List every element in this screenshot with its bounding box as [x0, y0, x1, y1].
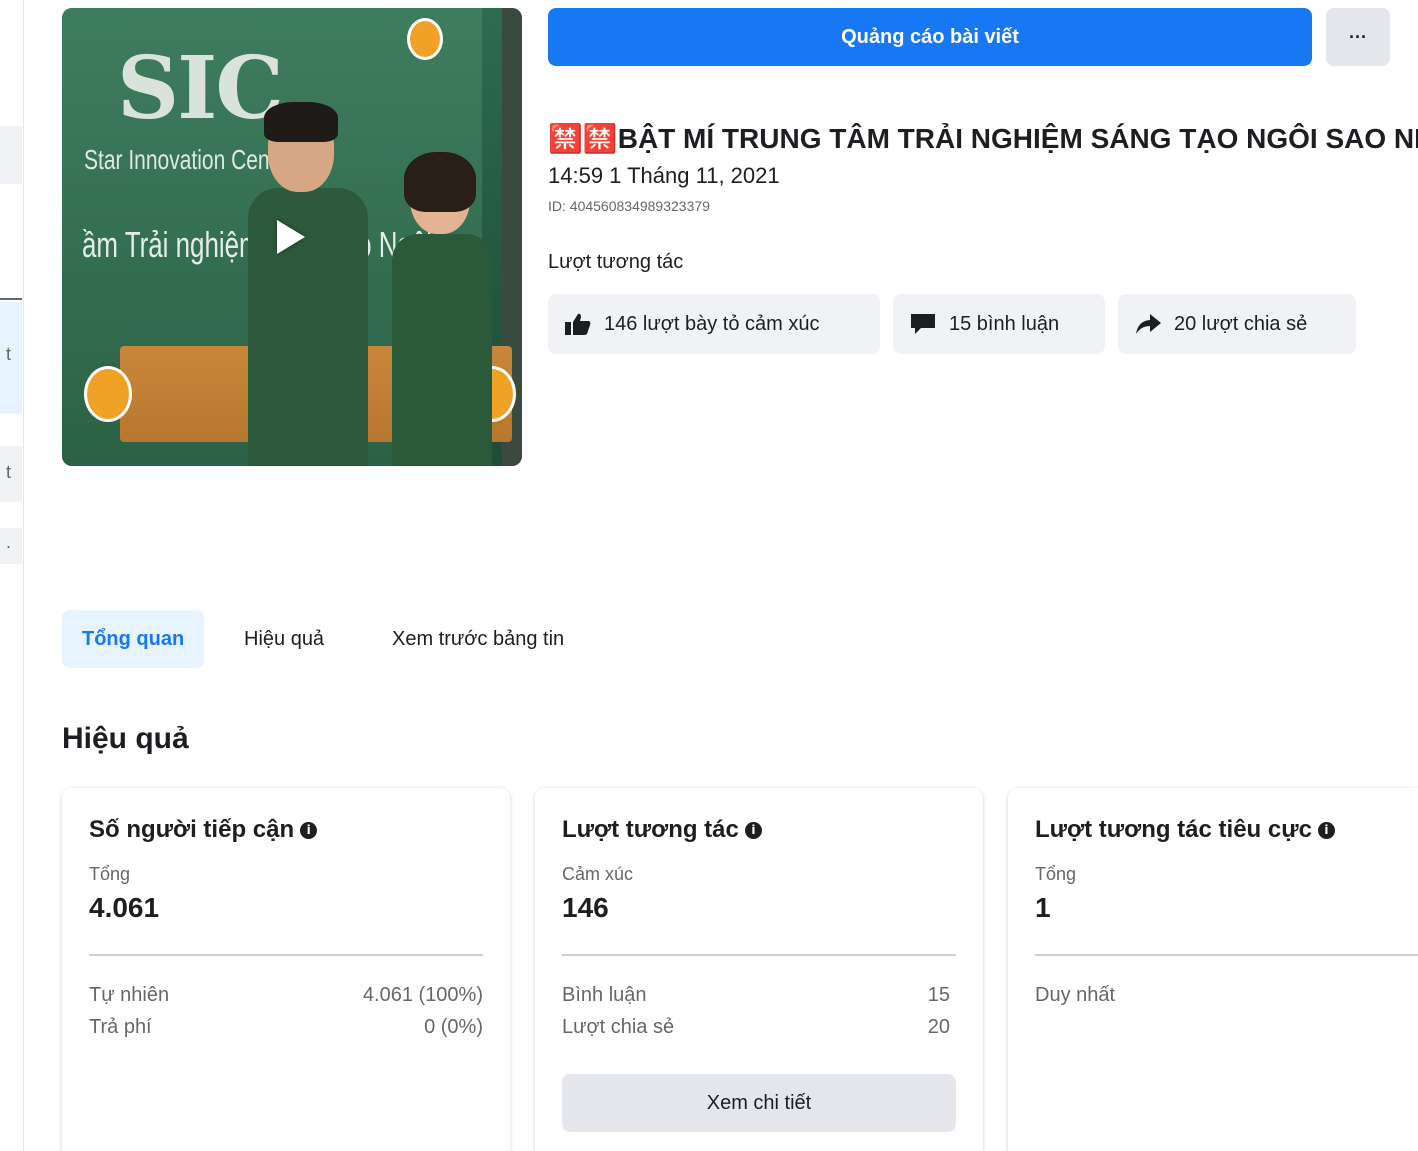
- card-total: 146: [562, 892, 609, 923]
- tab-performance[interactable]: Hiệu quả: [244, 610, 324, 668]
- comments-chip[interactable]: 15 bình luận: [893, 294, 1105, 354]
- row-value: 4.061 (100%): [362, 984, 483, 1006]
- card-row: Trả phí 0 (0%): [89, 1016, 483, 1039]
- post-date: 14:59 1 Tháng 11, 2021: [548, 163, 780, 188]
- shares-chip[interactable]: 20 lượt chia sẻ: [1118, 294, 1356, 354]
- card-row: Duy nhất: [1035, 984, 1395, 1007]
- thumbs-up-icon: [565, 313, 591, 335]
- card-title: Lượt tương tác tiêu cực i: [1035, 816, 1335, 844]
- tab-feed-preview[interactable]: Xem trước bảng tin: [392, 610, 564, 668]
- comment-icon: [911, 314, 935, 334]
- engagement-card: Lượt tương tác i Cảm xúc 146 Bình luận 1…: [535, 788, 983, 1151]
- row-value: 0 (0%): [424, 1016, 483, 1038]
- card-title: Lượt tương tác i: [562, 816, 762, 844]
- info-icon[interactable]: i: [744, 821, 762, 839]
- row-label: Tự nhiên: [89, 984, 170, 1006]
- sidebar-item-label: t: [6, 462, 12, 482]
- card-total: 1: [1035, 892, 1051, 923]
- school-logo-icon: [84, 366, 132, 422]
- card-subtitle: Tổng: [1035, 864, 1077, 884]
- row-label: Bình luận: [562, 984, 647, 1006]
- view-details-button[interactable]: Xem chi tiết: [562, 1074, 956, 1132]
- engagement-label: Lượt tương tác: [548, 251, 684, 273]
- row-label: Trả phí: [89, 1016, 152, 1038]
- reach-card: Số người tiếp cận i Tổng 4.061 Tự nhiên …: [62, 788, 510, 1151]
- card-row: Lượt chia sẻ 20: [562, 1016, 950, 1039]
- negative-engagement-card: Lượt tương tác tiêu cực i Tổng 1 Duy nhấ…: [1008, 788, 1418, 1151]
- sidebar-item[interactable]: [0, 126, 22, 184]
- card-subtitle: Cảm xúc: [562, 864, 634, 884]
- card-subtitle: Tổng: [89, 864, 131, 884]
- card-title-text: Số người tiếp cận: [89, 816, 295, 843]
- card-divider: [89, 954, 483, 956]
- info-icon[interactable]: i: [1317, 821, 1335, 839]
- row-value: 20: [927, 1016, 950, 1038]
- row-value: 15: [927, 984, 950, 1006]
- post-id: ID: 404560834989323379: [548, 198, 710, 214]
- card-row: Bình luận 15: [562, 984, 950, 1007]
- thumbnail-person: [392, 152, 492, 466]
- share-icon: [1136, 314, 1161, 334]
- shares-count: 20 lượt chia sẻ: [1174, 312, 1308, 335]
- more-options-button[interactable]: ···: [1326, 8, 1390, 66]
- reactions-chip[interactable]: 146 lượt bày tỏ cảm xúc: [548, 294, 880, 354]
- card-row: Tự nhiên 4.061 (100%): [89, 984, 483, 1007]
- card-title: Số người tiếp cận i: [89, 816, 318, 844]
- card-divider: [562, 954, 956, 956]
- video-thumbnail[interactable]: SIC Star Innovation Center ầm Trải nghiệ…: [62, 8, 522, 466]
- section-title: Hiệu quả: [62, 722, 189, 755]
- left-sidebar-edge: t t .: [0, 0, 24, 1151]
- card-divider: [1035, 954, 1418, 956]
- promote-post-button[interactable]: Quảng cáo bài viết: [548, 8, 1312, 66]
- school-logo-icon: [407, 18, 443, 60]
- sidebar-divider: [0, 298, 22, 300]
- reactions-count: 146 lượt bày tỏ cảm xúc: [604, 312, 820, 335]
- row-label: Duy nhất: [1035, 984, 1116, 1006]
- play-icon[interactable]: [277, 220, 305, 254]
- card-title-text: Lượt tương tác: [562, 816, 739, 843]
- sidebar-item-label: .: [6, 532, 12, 552]
- thumbnail-person: [248, 102, 368, 466]
- sidebar-item-label: t: [6, 344, 12, 364]
- post-title: 🈲🈲BẬT MÍ TRUNG TÂM TRẢI NGHIỆM SÁNG TẠO …: [548, 123, 1418, 154]
- tab-overview[interactable]: Tổng quan: [62, 610, 205, 668]
- row-label: Lượt chia sẻ: [562, 1016, 675, 1038]
- comments-count: 15 bình luận: [949, 312, 1060, 335]
- info-icon[interactable]: i: [300, 821, 318, 839]
- card-total: 4.061: [89, 892, 160, 923]
- card-title-text: Lượt tương tác tiêu cực: [1035, 816, 1312, 843]
